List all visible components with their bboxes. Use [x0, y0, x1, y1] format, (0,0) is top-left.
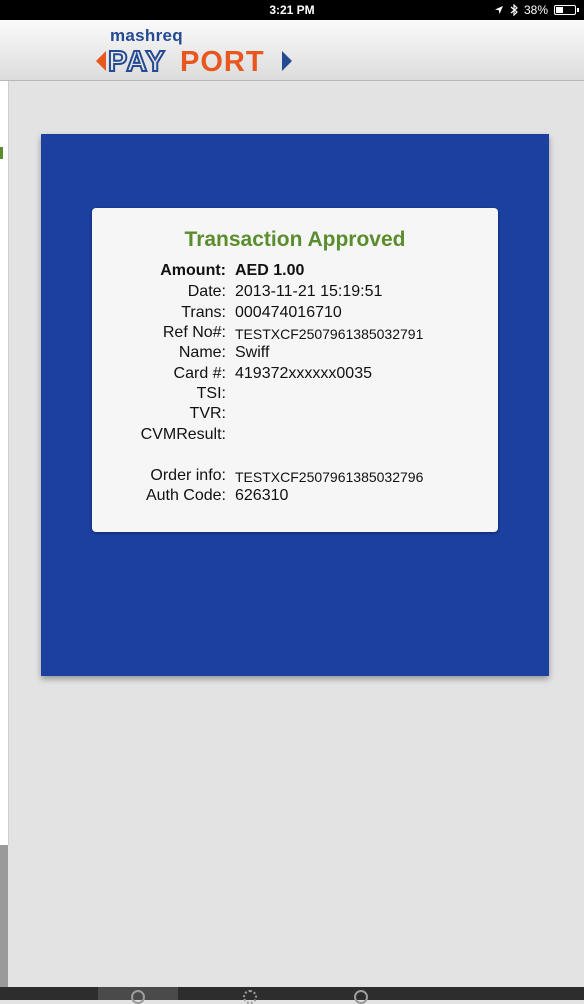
- side-panel-bottom: [0, 845, 8, 987]
- cvm-row: CVMResult:: [92, 426, 498, 446]
- date-value: 2013-11-21 15:19:51: [235, 283, 383, 300]
- date-label: Date:: [187, 283, 226, 300]
- side-panel-marker: [0, 147, 3, 159]
- battery-icon: [554, 5, 579, 15]
- trans-label: Trans:: [181, 304, 226, 321]
- ref-value: TESTXCF2507961385032791: [235, 326, 424, 342]
- auth-value: 626310: [235, 487, 289, 504]
- transaction-receipt: Transaction Approved Amount: AED 1.00 Da…: [92, 208, 498, 532]
- card-label: Card #:: [173, 365, 226, 382]
- date-row: Date: 2013-11-21 15:19:51: [92, 283, 498, 303]
- tsi-label: TSI:: [196, 385, 226, 402]
- auth-row: Auth Code: 626310: [92, 487, 498, 507]
- mashreq-payport-logo: mashreq PAY PORT: [96, 26, 296, 78]
- bluetooth-icon: [510, 4, 518, 16]
- app-header: mashreq PAY PORT: [0, 20, 584, 81]
- tab-info-icon[interactable]: [354, 990, 368, 1004]
- status-bar: 3:21 PM 38%: [0, 0, 584, 20]
- amount-label: Amount:: [160, 262, 226, 279]
- payport-wordmark: PAY PORT: [96, 46, 292, 76]
- amount-row: Amount: AED 1.00: [92, 262, 498, 282]
- card-value: 419372xxxxxx0035: [235, 365, 372, 382]
- name-row: Name: Swiff: [92, 344, 498, 364]
- cvm-label: CVMResult:: [140, 426, 226, 443]
- status-right: 38%: [494, 3, 579, 17]
- order-label: Order info:: [150, 467, 226, 484]
- location-arrow-icon: [494, 6, 503, 14]
- card-row: Card #: 419372xxxxxx0035: [92, 365, 498, 385]
- receipt-title: Transaction Approved: [184, 228, 406, 251]
- battery-percent: 38%: [523, 3, 548, 17]
- order-row: Order info: TESTXCF2507961385032796: [92, 467, 498, 487]
- svg-text:PAY: PAY: [108, 46, 166, 76]
- tsi-row: TSI:: [92, 385, 498, 405]
- tab-home-icon[interactable]: [131, 990, 145, 1004]
- side-panel-edge: [0, 81, 9, 845]
- auth-label: Auth Code:: [145, 487, 226, 504]
- amount-value: AED 1.00: [235, 262, 305, 279]
- svg-text:PORT: PORT: [180, 46, 265, 76]
- tvr-row: TVR:: [92, 405, 498, 425]
- ref-row: Ref No#: TESTXCF2507961385032791: [92, 324, 498, 344]
- ref-label: Ref No#:: [162, 324, 226, 341]
- trans-value: 000474016710: [235, 304, 342, 321]
- name-label: Name:: [178, 344, 226, 361]
- bottom-tab-bar: [0, 987, 584, 1004]
- tab-gear-icon[interactable]: [243, 990, 257, 1004]
- name-value: Swiff: [235, 344, 270, 361]
- tvr-label: TVR:: [189, 405, 226, 422]
- logo-brand-top: mashreq: [110, 26, 183, 45]
- order-value: TESTXCF2507961385032796: [235, 469, 424, 485]
- trans-row: Trans: 000474016710: [92, 304, 498, 324]
